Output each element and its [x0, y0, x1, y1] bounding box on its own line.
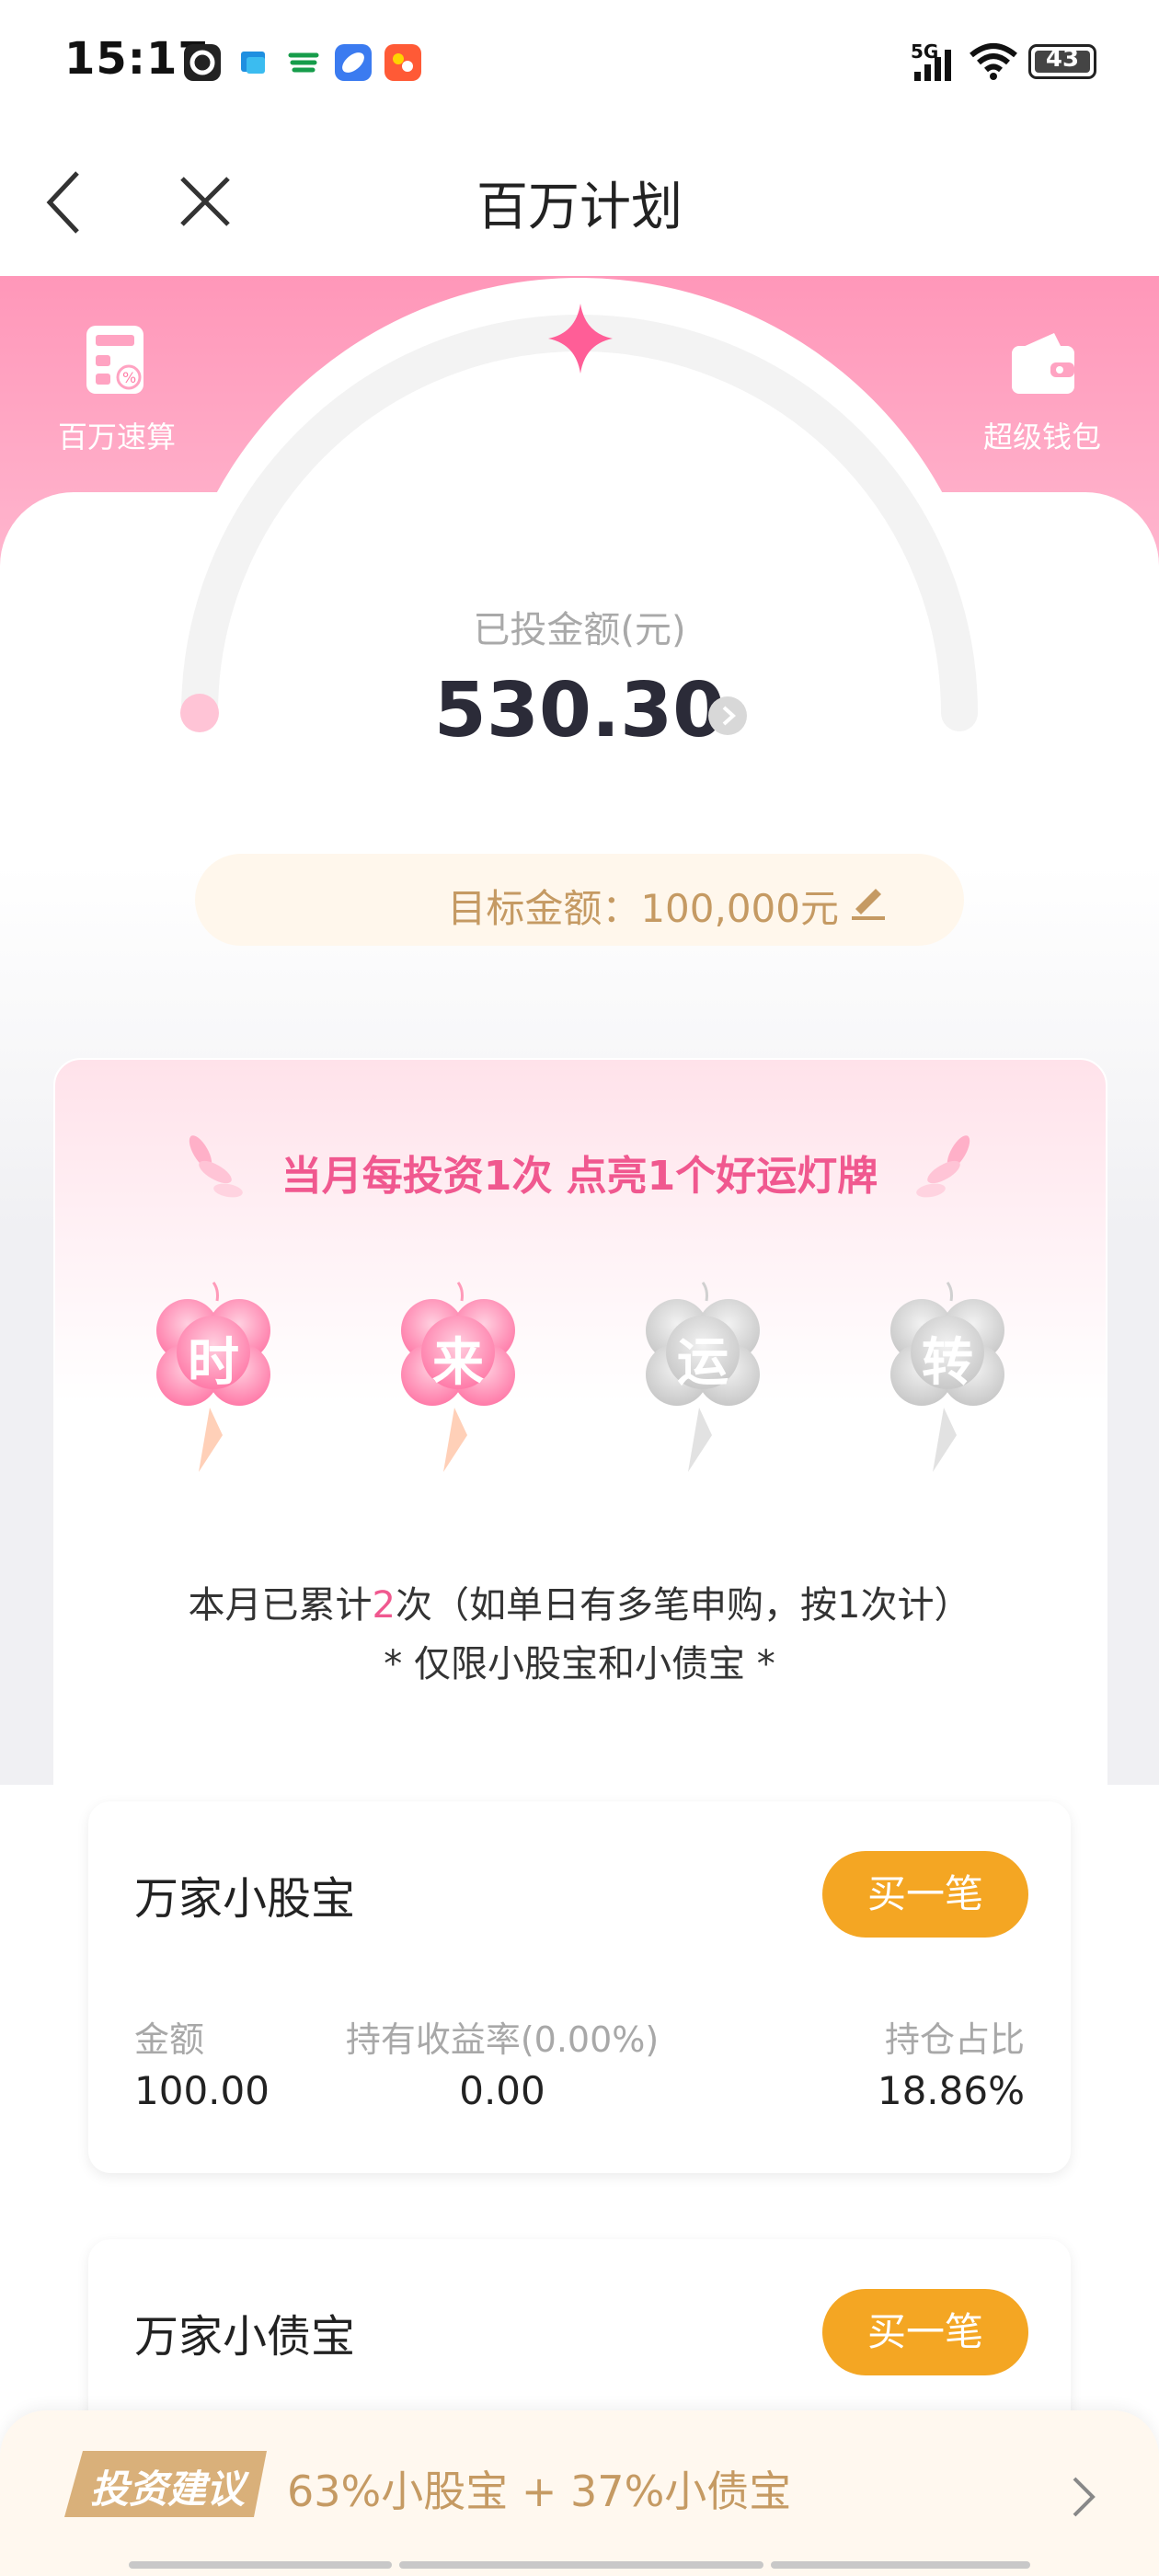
app-notification-icon — [285, 44, 322, 81]
clover-lantern-unlit: 转 — [874, 1279, 1021, 1481]
invested-amount[interactable]: 530.30 — [0, 667, 1159, 754]
fund-card[interactable]: 万家小股宝 买一笔 金额 100.00 持有收益率(0.00%) 0.00 持仓… — [88, 1801, 1071, 2173]
target-amount-pill[interactable]: 目标金额：100,000元 — [195, 854, 964, 946]
limit-note: * 仅限小股宝和小债宝 * — [384, 1643, 775, 1685]
sparkle-icon — [548, 304, 613, 374]
advice-bar[interactable]: 投资建议 63%小股宝 + 37%小债宝 — [0, 2410, 1159, 2576]
edit-icon[interactable] — [848, 880, 889, 920]
app-notification-icon — [335, 44, 372, 81]
chevron-right-icon[interactable] — [1067, 2471, 1100, 2523]
ratio-label: 持仓占比 — [884, 2019, 1025, 2060]
invested-label: 已投金额(元) — [473, 609, 686, 651]
amount-label: 金额 — [134, 2019, 205, 2060]
signal-icon — [911, 46, 957, 86]
app-notification-icon — [384, 44, 421, 81]
calculator-icon[interactable]: % — [85, 324, 149, 401]
page-title: 百万计划 — [476, 178, 683, 237]
count-value: 2 — [372, 1584, 396, 1627]
clover-char: 时 — [188, 1333, 239, 1393]
battery-level: 43 — [1045, 45, 1080, 73]
status-bar: 15:17 5G 43 — [0, 0, 1159, 129]
chevron-right-icon[interactable] — [708, 696, 747, 735]
home-indicator — [129, 2561, 392, 2569]
clover-lantern-unlit: 运 — [629, 1279, 776, 1481]
advice-text: 63%小股宝 + 37%小债宝 — [287, 2467, 792, 2516]
lucky-title: 当月每投资1次 点亮1个好运灯牌 — [281, 1153, 878, 1200]
clover-lantern-lit: 时 — [140, 1279, 287, 1481]
clover-lantern-lit: 来 — [384, 1279, 532, 1481]
ratio-value: 18.86% — [877, 2068, 1025, 2113]
count-suffix: 次（如单日有多笔申购，按1次计） — [396, 1584, 971, 1627]
svg-text:%: % — [122, 369, 136, 386]
buy-button[interactable]: 买一笔 — [822, 2289, 1028, 2375]
fund-name: 万家小股宝 — [134, 1873, 356, 1925]
buy-button[interactable]: 买一笔 — [822, 1851, 1028, 1938]
home-indicator — [399, 2561, 763, 2569]
app-notification-icon — [235, 44, 272, 81]
battery-icon: 43 — [1028, 44, 1096, 79]
amount-value: 100.00 — [134, 2068, 270, 2113]
clover-char: 转 — [922, 1333, 973, 1393]
clover-char: 来 — [432, 1333, 484, 1393]
wifi-icon — [968, 40, 1019, 85]
return-label: 持有收益率(0.00%) — [345, 2019, 660, 2060]
advice-tag-text: 投资建议 — [90, 2467, 246, 2512]
clover-char: 运 — [677, 1333, 729, 1393]
count-prefix: 本月已累计 — [188, 1584, 373, 1627]
fund-name: 万家小债宝 — [134, 2311, 356, 2363]
monthly-count-text: 本月已累计2次（如单日有多笔申购，按1次计） — [0, 1575, 1159, 1628]
wallet-icon[interactable] — [1010, 331, 1076, 399]
return-value: 0.00 — [459, 2068, 545, 2113]
target-amount-text: 目标金额：100,000元 — [447, 886, 839, 931]
app-notification-icon — [184, 44, 221, 81]
home-indicator — [771, 2561, 1030, 2569]
